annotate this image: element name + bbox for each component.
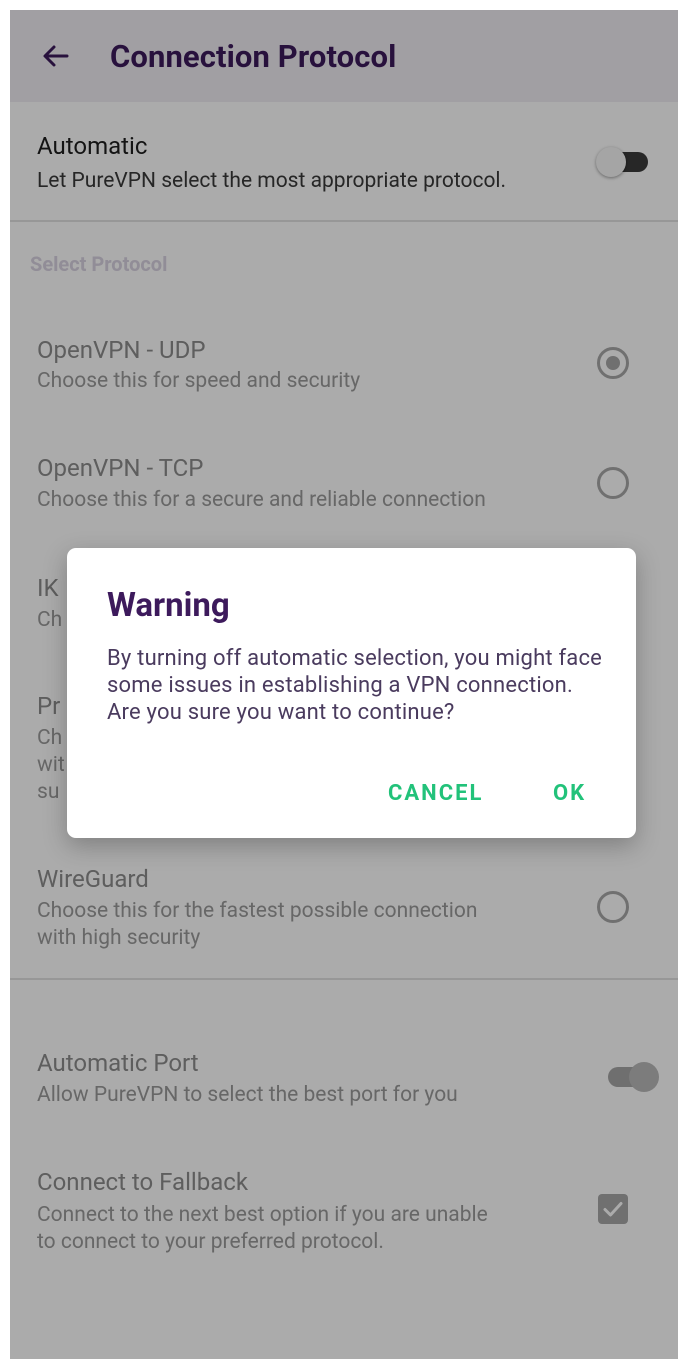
screen: Connection Protocol Automatic Let PureVP… — [10, 10, 678, 1359]
warning-dialog: Warning By turning off automatic selecti… — [67, 548, 636, 838]
dialog-title: Warning — [107, 586, 230, 625]
cancel-button[interactable]: CANCEL — [388, 781, 483, 806]
ok-button[interactable]: OK — [553, 781, 586, 806]
dialog-message: By turning off automatic selection, you … — [107, 646, 603, 725]
